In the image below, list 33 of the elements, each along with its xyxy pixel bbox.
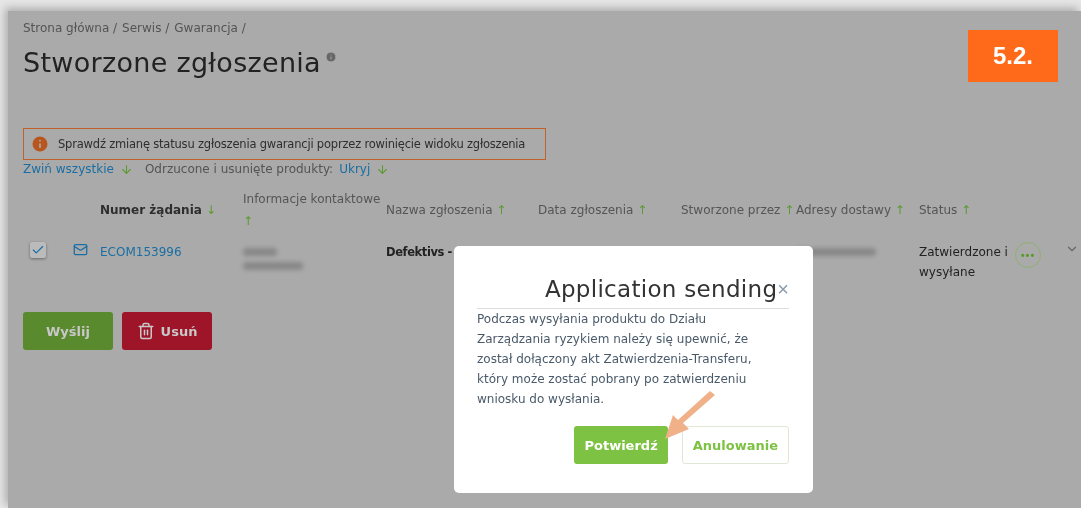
column-header[interactable]: Stworzone przez ↑ (681, 188, 796, 232)
dialog-message: Podczas wysyłania produktu do Działu Zarządzania ryzykiem należy się upewnić, że został dołączony akt Zatwierdzenia-Transferu, który może zostać pobrany po zatwierdzeniu wniosku do wysłania. (477, 311, 752, 408)
cancel-button[interactable]: Anulowanie (681, 426, 789, 464)
arrow-down-icon (119, 162, 133, 176)
delete-button[interactable]: Usuń (122, 312, 212, 350)
breadcrumb-link[interactable]: Gwarancja / (174, 21, 246, 35)
arrow-down-icon (376, 162, 390, 176)
table-cell-text: Defektivs - (386, 244, 452, 261)
request-number-link[interactable]: ECOM153996 (100, 242, 182, 262)
column-header[interactable]: Status ↑ (919, 188, 1015, 232)
info-icon (30, 134, 50, 154)
status-cell-text: Zatwierdzone i wysyłane (919, 244, 1009, 281)
page-title: Stworzone zgłoszenia (23, 47, 321, 78)
filter-label: Odrzucone i usunięte produkty: (144, 162, 334, 176)
send-button[interactable]: Wyślij (23, 312, 113, 350)
step-badge: 5.2. (968, 30, 1058, 82)
column-header[interactable]: Data zgłoszenia ↑ (538, 188, 681, 232)
trash-icon (136, 322, 155, 340)
alert-text: Sprawdź zmianę statusu zgłoszenia gwarancji poprzez rowinięcie widoku zgłoszenia (58, 137, 526, 151)
column-header[interactable]: Informacje kontaktowe ↑ (243, 188, 386, 232)
confirm-button[interactable]: Potwierdź (574, 426, 668, 464)
row-checkbox[interactable] (30, 242, 46, 258)
close-button[interactable]: × (777, 277, 789, 301)
envelope-icon[interactable] (73, 242, 88, 257)
collapse-all-link[interactable]: Zwiń wszystkie (23, 162, 114, 176)
breadcrumb-link[interactable]: Strona główna / (23, 21, 118, 35)
column-header[interactable]: Numer żądania ↓ (100, 188, 243, 232)
info-icon[interactable] (324, 51, 337, 63)
breadcrumb-link[interactable]: Serwis / (122, 21, 170, 35)
filter-toggle-link[interactable]: Ukryj (339, 162, 371, 176)
dialog-title: Application sending (544, 276, 778, 302)
column-header[interactable]: Nazwa zgłoszenia ↑ (386, 188, 538, 232)
column-header[interactable]: Adresy dostawy ↑ (796, 188, 919, 232)
